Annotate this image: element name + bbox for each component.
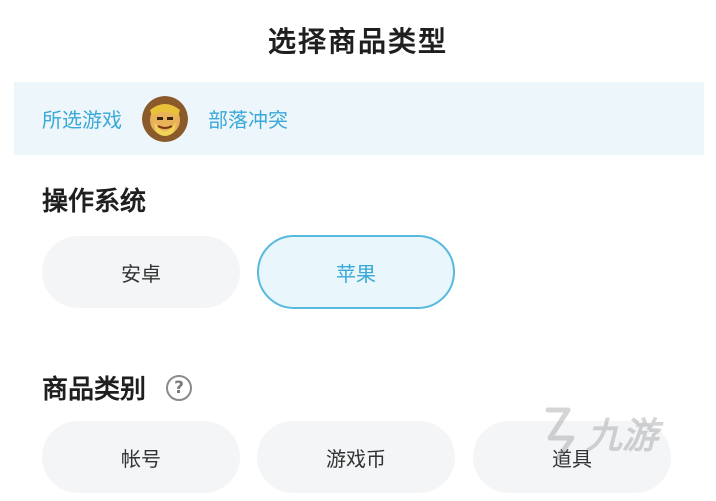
selected-game-name: 部落冲突 <box>208 108 288 132</box>
os-section-title-text: 操作系统 <box>42 187 147 217</box>
os-option-ios-label: 苹果 <box>336 261 376 286</box>
category-option-currency[interactable]: 游戏币 <box>257 421 455 493</box>
os-option-android-label: 安卓 <box>121 261 161 286</box>
help-icon-glyph: ? <box>174 377 184 398</box>
page-title: 选择商品类型 <box>267 25 448 58</box>
selected-game-bar[interactable]: 所选游戏 部落冲突 <box>14 82 704 155</box>
jiuyou-logo: 九游 <box>528 398 688 468</box>
category-section-title: 商品类别 ? <box>42 369 193 406</box>
clash-of-clans-barbarian-icon <box>142 95 188 142</box>
selected-game-label: 所选游戏 <box>42 108 122 132</box>
help-icon[interactable]: ? <box>166 374 193 401</box>
os-option-ios[interactable]: 苹果 <box>257 235 455 309</box>
category-option-account[interactable]: 帐号 <box>42 421 240 493</box>
category-option-currency-label: 游戏币 <box>326 446 386 471</box>
category-option-account-label: 帐号 <box>121 446 161 471</box>
watermark-text: 九游 <box>586 416 664 457</box>
os-option-android[interactable]: 安卓 <box>42 236 240 308</box>
os-section-title: 操作系统 <box>42 181 146 218</box>
category-section-title-text: 商品类别 <box>42 375 147 405</box>
